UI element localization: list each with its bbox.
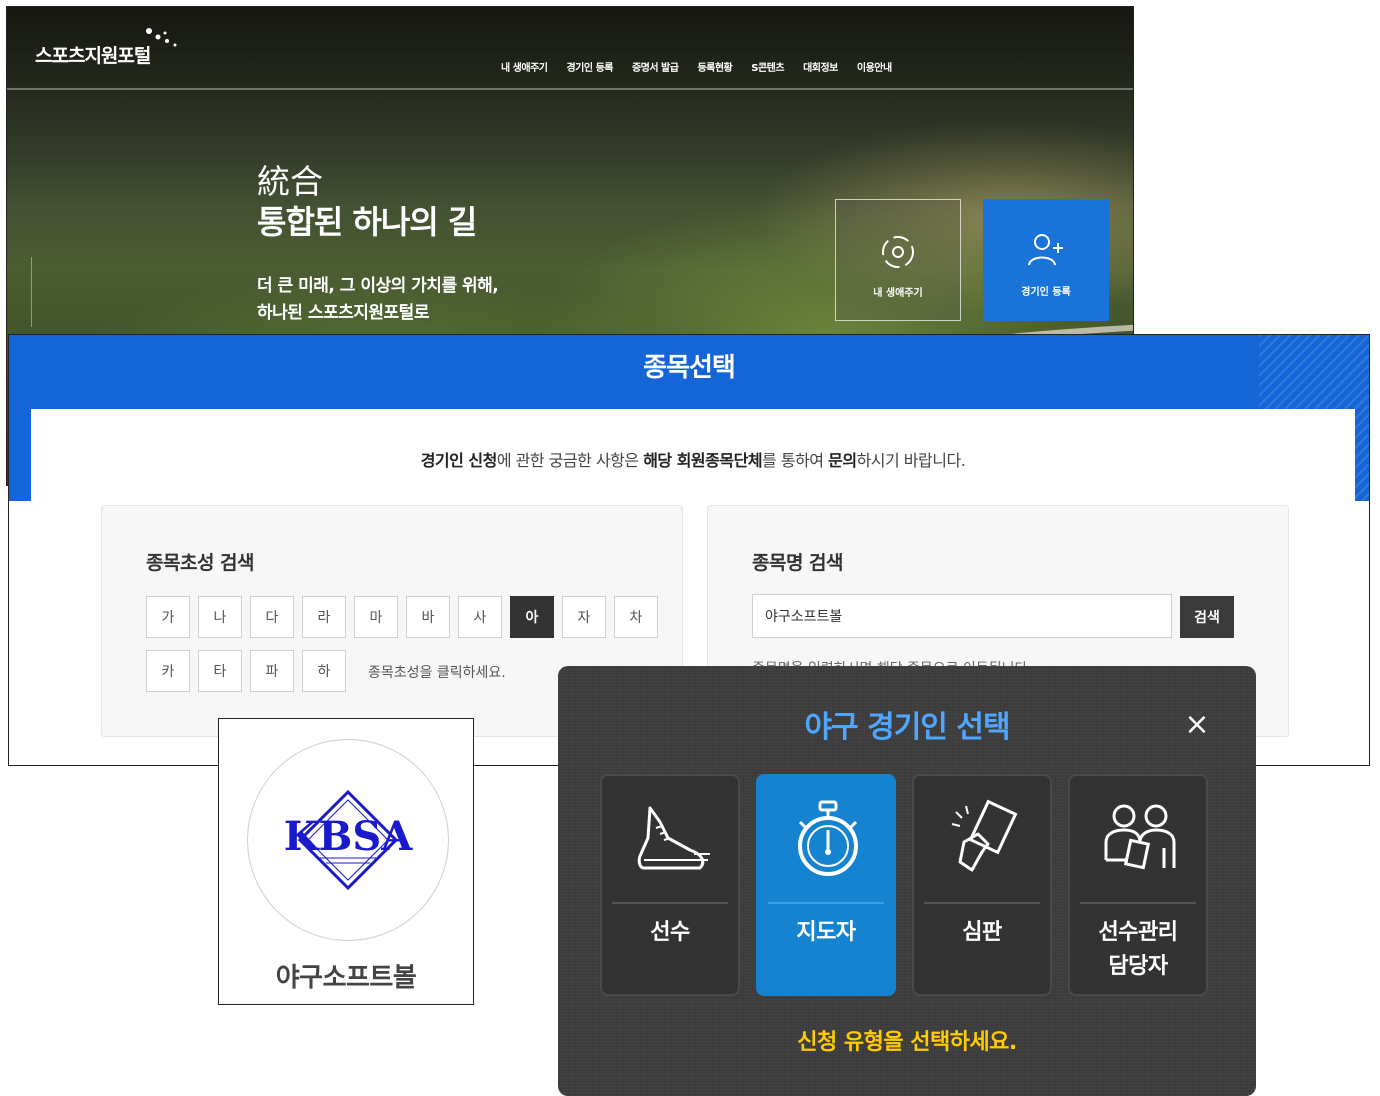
main-navigation: 내 생애주기 경기인 등록 증명서 발급 등록현황 S콘텐츠 대회정보 이용안내 (501, 59, 892, 74)
athlete-registration-quick-button[interactable]: 경기인 등록 (983, 199, 1109, 321)
notice-bold: 해당 회원종목단체 (643, 451, 763, 470)
nav-athlete-registration[interactable]: 경기인 등록 (566, 59, 613, 74)
option-manager-label-line1: 선수관리 (1098, 920, 1178, 945)
add-user-icon (1028, 234, 1063, 266)
option-divider (924, 902, 1040, 904)
association-logo: KBSA (247, 739, 449, 941)
nav-divider (7, 88, 1133, 90)
name-search-title: 종목명 검색 (752, 552, 844, 574)
notice-text: 하시기 바랍니다. (856, 451, 966, 470)
initial-button[interactable]: 사 (458, 596, 502, 638)
hero-description: 더 큰 미래, 그 이상의 가치를 위해, 하나된 스포츠지원포털로 (257, 273, 499, 327)
initial-button[interactable]: 나 (198, 596, 242, 638)
initial-button[interactable]: 자 (562, 596, 606, 638)
initial-button[interactable]: 다 (250, 596, 294, 638)
hero-subtitle: 統合 (257, 162, 323, 201)
association-name: 야구소프트볼 (275, 963, 417, 993)
notice-text: 에 관한 궁금한 사항은 (496, 451, 644, 470)
nav-s-contents[interactable]: S콘텐츠 (751, 59, 784, 74)
stopwatch-icon (798, 800, 858, 876)
initial-button[interactable]: 하 (302, 650, 346, 692)
initial-search-hint: 종목초성을 클릭하세요. (368, 665, 506, 681)
option-referee-label: 심판 (962, 920, 1002, 945)
manager-icon (1104, 804, 1176, 870)
option-athlete-label: 선수 (650, 920, 690, 945)
hero-desc-line: 더 큰 미래, 그 이상의 가치를 위해, (257, 276, 499, 296)
athlete-type-modal: 야구 경기인 선택 × 선수 지도자 심판 선수관리 담당자 신청 유형을 선택… (558, 666, 1256, 1096)
nav-registration-status[interactable]: 등록현황 (697, 59, 732, 74)
initial-button[interactable]: 차 (614, 596, 658, 638)
search-button[interactable]: 검색 (1180, 596, 1234, 638)
initial-search-title: 종목초성 검색 (146, 552, 255, 574)
option-athlete[interactable]: 선수 (600, 774, 740, 996)
option-referee[interactable]: 심판 (912, 774, 1052, 996)
hero-title: 통합된 하나의 길 (257, 203, 477, 241)
initial-button[interactable]: 파 (250, 650, 294, 692)
notice-text: 를 통하여 (762, 451, 829, 470)
nav-competition-info[interactable]: 대회정보 (803, 59, 838, 74)
close-icon[interactable]: × (1182, 710, 1212, 740)
kbsa-logo-icon: KBSA (284, 789, 413, 891)
lifecycle-quick-button[interactable]: 내 생애주기 (835, 199, 961, 321)
option-coach-label: 지도자 (796, 920, 856, 945)
association-card[interactable]: KBSA 야구소프트볼 (218, 718, 474, 1005)
initial-button[interactable]: 바 (406, 596, 450, 638)
sport-name-input[interactable] (752, 594, 1172, 638)
option-divider (612, 902, 728, 904)
inquiry-notice: 경기인 신청에 관한 궁금한 사항은 해당 회원종목단체를 통하여 문의하시기 … (31, 447, 1355, 471)
initial-button[interactable]: 카 (146, 650, 190, 692)
nav-lifecycle[interactable]: 내 생애주기 (501, 59, 548, 74)
option-manager-label: 선수관리 담당자 (1070, 916, 1206, 984)
notice-bold: 문의 (828, 451, 857, 470)
option-coach[interactable]: 지도자 (756, 774, 896, 996)
option-manager-label-line2: 담당자 (1108, 954, 1168, 979)
side-divider (31, 257, 41, 327)
running-shoe-icon (637, 806, 710, 870)
initial-button[interactable]: 라 (302, 596, 346, 638)
kbsa-logo-text: KBSA (284, 813, 413, 860)
option-divider (1080, 902, 1196, 904)
logo-dots-icon (146, 28, 177, 47)
nav-certificates[interactable]: 증명서 발급 (632, 59, 679, 74)
initial-button[interactable]: 마 (354, 596, 398, 638)
site-logo[interactable]: 스포츠지원포털 (35, 41, 151, 68)
lifecycle-icon (882, 236, 914, 268)
sport-select-title: 종목선택 (643, 353, 736, 383)
modal-hint: 신청 유형을 선택하세요. (797, 1030, 1017, 1055)
lifecycle-quick-label: 내 생애주기 (873, 288, 923, 299)
hero-desc-line: 하나된 스포츠지원포털로 (257, 303, 429, 323)
modal-title: 야구 경기인 선택 (804, 710, 1010, 745)
notice-bold: 경기인 신청 (420, 451, 498, 470)
initial-button[interactable]: 가 (146, 596, 190, 638)
athlete-registration-quick-label: 경기인 등록 (1021, 287, 1071, 298)
initial-button-selected[interactable]: 아 (510, 596, 554, 638)
option-manager[interactable]: 선수관리 담당자 (1068, 774, 1208, 996)
initial-button[interactable]: 타 (198, 650, 242, 692)
referee-card-icon (951, 799, 1018, 872)
nav-guide[interactable]: 이용안내 (857, 59, 892, 74)
option-divider (768, 902, 884, 904)
